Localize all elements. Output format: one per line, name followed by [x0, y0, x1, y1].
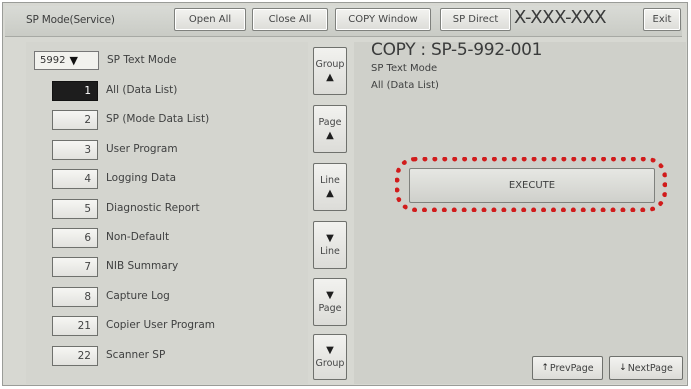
- selected-item-subtitle: All (Data List): [371, 80, 439, 91]
- item-number-button[interactable]: 7: [52, 257, 98, 277]
- next-page-label: NextPage: [627, 362, 673, 374]
- item-number-button[interactable]: 4: [52, 169, 98, 189]
- item-label: Diagnostic Report: [106, 202, 200, 214]
- selector-value: 5992: [40, 55, 66, 66]
- item-label: User Program: [106, 143, 178, 155]
- page-down-button[interactable]: ▼ Page: [313, 278, 347, 326]
- down-arrow-icon: ▼: [326, 290, 334, 301]
- item-label: SP (Mode Data List): [106, 113, 210, 125]
- open-all-button[interactable]: Open All: [174, 8, 246, 31]
- close-all-button[interactable]: Close All: [252, 8, 328, 31]
- up-arrow-icon: ▲: [326, 188, 334, 199]
- page-up-label: Page: [318, 117, 342, 128]
- item-number-button[interactable]: 3: [52, 140, 98, 160]
- page-up-button[interactable]: Page ▲: [313, 105, 347, 153]
- mode-label: SP Text Mode: [107, 54, 177, 66]
- item-number-button[interactable]: 1: [52, 81, 98, 101]
- item-number-button[interactable]: 5: [52, 199, 98, 219]
- execute-button[interactable]: EXECUTE: [409, 168, 655, 203]
- page-down-label: Page: [318, 303, 342, 314]
- group-down-label: Group: [315, 358, 345, 369]
- mode-subtitle: SP Text Mode: [371, 63, 438, 74]
- line-up-label: Line: [320, 175, 340, 186]
- item-label: All (Data List): [106, 84, 178, 96]
- down-arrow-icon: ↓: [619, 363, 627, 373]
- group-down-button[interactable]: ▼ Group: [313, 334, 347, 380]
- copy-window-button[interactable]: COPY Window: [335, 8, 431, 31]
- sp-number-selector[interactable]: 5992 ▼: [34, 51, 99, 70]
- item-number-button[interactable]: 8: [52, 287, 98, 307]
- item-label: Capture Log: [106, 290, 170, 302]
- down-arrow-icon: ▼: [326, 233, 334, 244]
- line-up-button[interactable]: Line ▲: [313, 163, 347, 211]
- line-down-button[interactable]: ▼ Line: [313, 221, 347, 269]
- item-label: NIB Summary: [106, 260, 179, 272]
- group-up-label: Group: [315, 59, 345, 70]
- item-label: Scanner SP: [106, 349, 166, 361]
- item-number-button[interactable]: 6: [52, 228, 98, 248]
- prev-page-button[interactable]: ↑ PrevPage: [532, 356, 603, 380]
- sp-direct-button[interactable]: SP Direct: [440, 8, 511, 31]
- item-label: Copier User Program: [106, 319, 216, 331]
- item-number-button[interactable]: 22: [52, 346, 98, 366]
- sp-command-code: COPY : SP-5-992-001: [371, 40, 543, 60]
- mode-title: SP Mode(Service): [26, 14, 115, 26]
- next-page-button[interactable]: ↓ NextPage: [609, 356, 683, 380]
- prev-page-label: PrevPage: [549, 362, 594, 374]
- item-number-button[interactable]: 21: [52, 316, 98, 336]
- chevron-down-icon: ▼: [69, 54, 78, 67]
- exit-button[interactable]: Exit: [643, 8, 681, 31]
- line-down-label: Line: [320, 246, 340, 257]
- item-label: Logging Data: [106, 172, 177, 184]
- up-arrow-icon: ▲: [326, 130, 334, 141]
- up-arrow-icon: ↑: [541, 363, 549, 373]
- sp-code-display: X-XXX-XXX: [514, 7, 607, 28]
- down-arrow-icon: ▼: [326, 345, 334, 356]
- item-number-button[interactable]: 2: [52, 110, 98, 130]
- up-arrow-icon: ▲: [326, 72, 334, 83]
- right-panel: [354, 42, 686, 384]
- group-up-button[interactable]: Group ▲: [313, 47, 347, 95]
- item-label: Non-Default: [106, 231, 170, 243]
